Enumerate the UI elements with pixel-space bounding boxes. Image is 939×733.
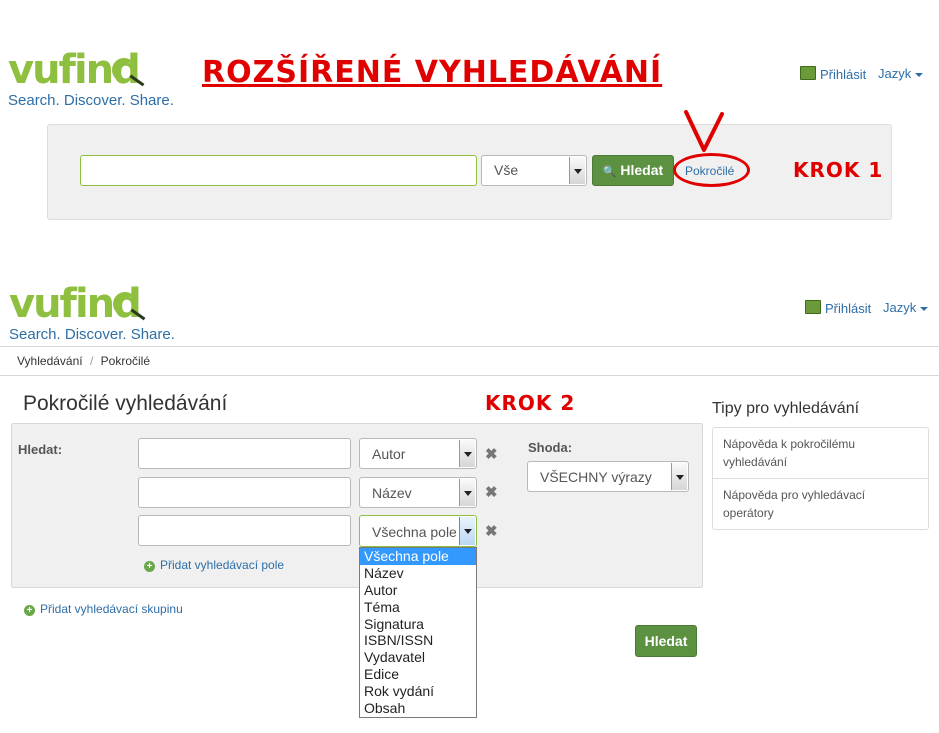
dropdown-option[interactable]: ISBN/ISSN bbox=[360, 632, 476, 649]
dropdown-option[interactable]: Rok vydání bbox=[360, 683, 476, 700]
divider bbox=[0, 375, 939, 376]
logo-bottom[interactable]: vufind Search. Discover. Share. bbox=[9, 284, 184, 344]
select-arrow-icon[interactable] bbox=[459, 517, 475, 545]
search-label: Hledat: bbox=[18, 442, 63, 457]
step1-label: KROK 1 bbox=[793, 158, 884, 182]
login-link[interactable]: Přihlásit bbox=[805, 300, 871, 316]
page-heading: ROZŠÍŘENÉ VYHLEDÁVÁNÍ bbox=[202, 55, 663, 90]
dropdown-option[interactable]: Autor bbox=[360, 582, 476, 599]
breadcrumb-current: Pokročilé bbox=[100, 354, 150, 368]
match-select[interactable]: VŠECHNY výrazy bbox=[527, 461, 689, 492]
advanced-search-button[interactable]: Hledat bbox=[635, 625, 697, 657]
login-link[interactable]: Přihlásit bbox=[800, 66, 866, 82]
search-field-value: Autor bbox=[372, 446, 406, 462]
caret-down-icon bbox=[920, 306, 929, 311]
divider bbox=[0, 346, 939, 347]
add-field-label: Přidat vyhledávací pole bbox=[160, 558, 285, 572]
remove-row-icon[interactable]: ✖ bbox=[485, 483, 498, 501]
logo-word: vufind bbox=[8, 47, 141, 93]
plus-icon: + bbox=[24, 605, 35, 616]
search-type-value: Vše bbox=[494, 162, 519, 178]
add-group-link[interactable]: + Přidat vyhledávací skupinu bbox=[24, 602, 183, 616]
search-button[interactable]: 🔍 Hledat bbox=[592, 155, 674, 186]
add-group-label: Přidat vyhledávací skupinu bbox=[40, 602, 183, 616]
logo-tagline: Search. Discover. Share. bbox=[9, 326, 175, 343]
plus-icon: + bbox=[144, 561, 155, 572]
search-icon: 🔍 bbox=[602, 166, 617, 178]
dropdown-option[interactable]: Obsah bbox=[360, 700, 476, 717]
dropdown-option[interactable]: Název bbox=[360, 565, 476, 582]
add-field-link[interactable]: + Přidat vyhledávací pole bbox=[144, 558, 284, 572]
breadcrumb-home[interactable]: Vyhledávání bbox=[17, 354, 83, 368]
search-type-select[interactable]: Vše bbox=[481, 155, 587, 186]
login-icon bbox=[805, 300, 821, 314]
search-button-label: Hledat bbox=[620, 162, 664, 178]
caret-down-icon bbox=[915, 72, 924, 77]
select-arrow-icon[interactable] bbox=[459, 440, 475, 467]
language-label: Jazyk bbox=[883, 300, 917, 315]
breadcrumb-separator: / bbox=[89, 354, 94, 368]
language-label: Jazyk bbox=[878, 66, 912, 81]
breadcrumb: Vyhledávání / Pokročilé bbox=[17, 354, 150, 368]
dropdown-option[interactable]: Téma bbox=[360, 599, 476, 616]
dropdown-option[interactable]: Všechna pole bbox=[360, 548, 476, 565]
language-menu[interactable]: Jazyk bbox=[878, 66, 924, 81]
select-arrow-icon[interactable] bbox=[671, 463, 687, 490]
search-field-value: Název bbox=[372, 485, 412, 501]
search-field-dropdown[interactable]: Všechna pole Název Autor Téma Signatura ISBN/… bbox=[359, 547, 477, 718]
advanced-link[interactable]: Pokročilé bbox=[685, 164, 734, 178]
step2-label: KROK 2 bbox=[485, 391, 576, 415]
page-title: Pokročilé vyhledávání bbox=[23, 392, 228, 415]
login-icon bbox=[800, 66, 816, 80]
search-input[interactable] bbox=[80, 155, 477, 186]
language-menu[interactable]: Jazyk bbox=[883, 300, 929, 315]
advanced-search-panel bbox=[11, 423, 703, 588]
search-term-input[interactable] bbox=[138, 477, 351, 508]
login-label: Přihlásit bbox=[820, 67, 867, 82]
tips-list: Nápověda k pokročilému vyhledávání Nápov… bbox=[712, 427, 929, 530]
logo-word: vufind bbox=[9, 281, 142, 327]
tip-operators-help[interactable]: Nápověda pro vyhledávací operátory bbox=[713, 479, 928, 529]
dropdown-option[interactable]: Vydavatel bbox=[360, 649, 476, 666]
tip-advanced-help[interactable]: Nápověda k pokročilému vyhledávání bbox=[713, 428, 928, 479]
search-field-value: Všechna pole bbox=[372, 524, 457, 540]
remove-row-icon[interactable]: ✖ bbox=[485, 522, 498, 540]
search-button-label: Hledat bbox=[644, 633, 688, 649]
login-label: Přihlásit bbox=[825, 301, 872, 316]
red-arrow-icon bbox=[684, 110, 724, 152]
dropdown-option[interactable]: Signatura bbox=[360, 616, 476, 633]
tips-title: Tipy pro vyhledávání bbox=[712, 400, 860, 417]
search-term-input[interactable] bbox=[138, 515, 351, 546]
search-field-select[interactable]: Autor bbox=[359, 438, 477, 469]
match-value: VŠECHNY výrazy bbox=[540, 469, 652, 485]
search-term-input[interactable] bbox=[138, 438, 351, 469]
select-arrow-icon[interactable] bbox=[459, 479, 475, 506]
logo-top[interactable]: vufind Search. Discover. Share. bbox=[8, 50, 178, 110]
remove-row-icon[interactable]: ✖ bbox=[485, 445, 498, 463]
logo-tagline: Search. Discover. Share. bbox=[8, 92, 174, 109]
search-field-select[interactable]: Všechna pole bbox=[359, 515, 477, 547]
search-field-select[interactable]: Název bbox=[359, 477, 477, 508]
match-label: Shoda: bbox=[528, 440, 573, 455]
dropdown-option[interactable]: Edice bbox=[360, 666, 476, 683]
select-arrow-icon[interactable] bbox=[569, 157, 585, 184]
